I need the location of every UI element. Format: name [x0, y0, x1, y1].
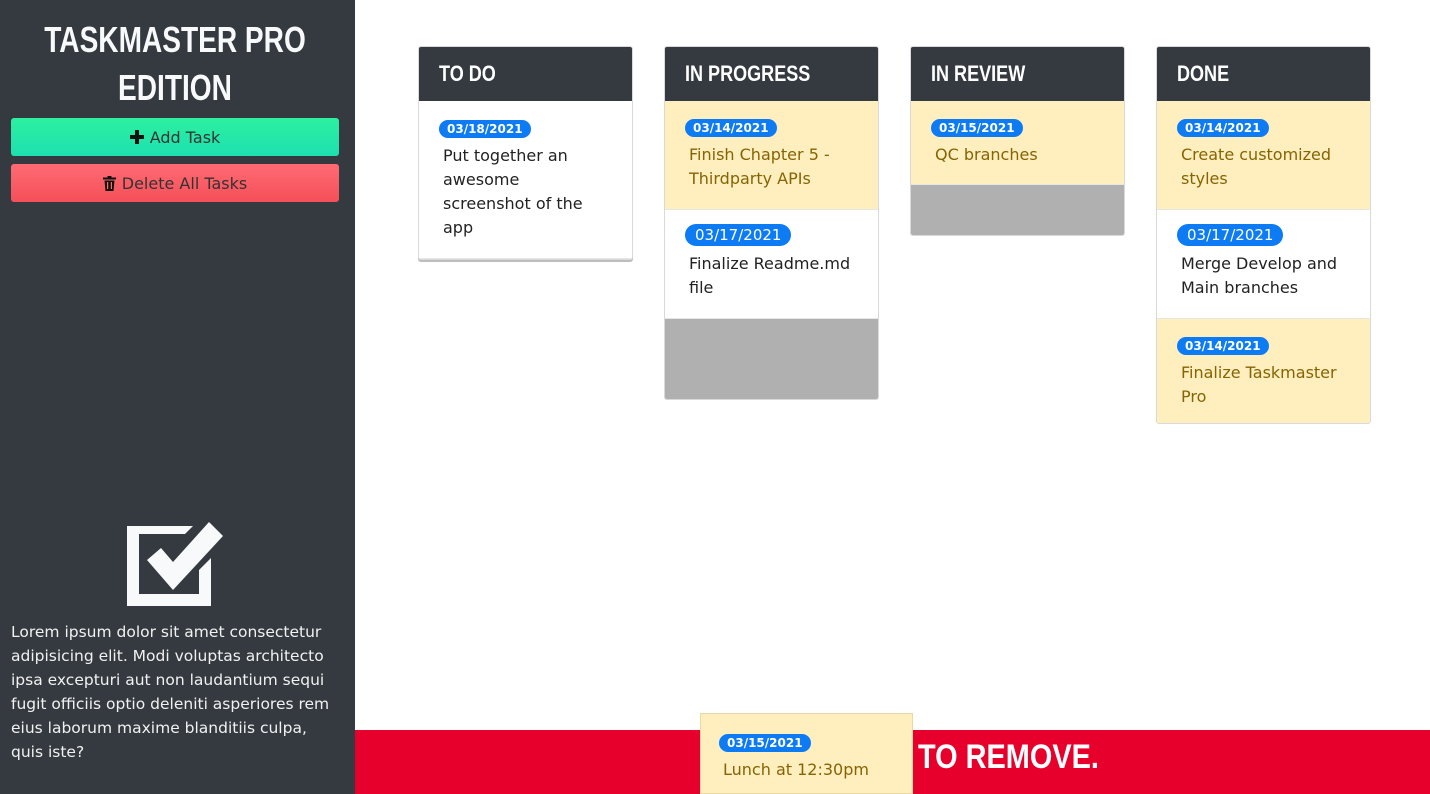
task-text: Put together an awesome screenshot of th… [443, 146, 583, 237]
app-description: Lorem ipsum dolor sit amet consectetur a… [11, 623, 330, 761]
column-header: Done [1157, 47, 1370, 101]
task-text: Finish Chapter 5 - Thirdparty APIs [689, 145, 830, 188]
task-date-badge: 03/14/2021 [1177, 337, 1269, 355]
column-title: To Do [439, 61, 496, 86]
column-title: In Review [931, 61, 1026, 86]
dragged-task-card[interactable]: 03/15/2021 Lunch at 12:30pm [700, 713, 913, 794]
task-text: Create customized styles [1181, 145, 1332, 188]
checkbox-checked-icon [127, 522, 223, 606]
task-card[interactable]: 03/15/2021 QC branches [911, 101, 1124, 185]
task-date-badge: 03/14/2021 [685, 119, 777, 137]
column-header: In Progress [665, 47, 878, 101]
column-todo: To Do 03/18/2021 Put together an awesome… [418, 46, 633, 260]
column-header: To Do [419, 47, 632, 101]
task-text: Lunch at 12:30pm [723, 760, 869, 779]
column-title: Done [1177, 61, 1230, 86]
plus-icon [129, 130, 144, 144]
task-date-badge: 03/14/2021 [1177, 119, 1269, 137]
task-date-badge: 03/18/2021 [439, 120, 531, 138]
task-card[interactable]: 03/14/2021 Finalize Taskmaster Pro [1157, 319, 1370, 423]
app-title: Taskmaster Pro Edition [44, 19, 306, 108]
column-in-review: In Review 03/15/2021 QC branches [910, 46, 1125, 236]
task-text: QC branches [935, 145, 1038, 164]
task-card[interactable]: 03/17/2021 Finalize Readme.md file [665, 210, 878, 319]
trash-drop-label: to remove. [918, 738, 1099, 776]
task-text: Merge Develop and Main branches [1181, 254, 1338, 297]
column-header: In Review [911, 47, 1124, 101]
task-card[interactable]: 03/17/2021 Merge Develop and Main branch… [1157, 210, 1370, 319]
add-task-button[interactable]: Add Task [11, 118, 339, 156]
task-date-badge: 03/15/2021 [931, 119, 1023, 137]
drop-placeholder[interactable] [911, 185, 1124, 235]
task-card[interactable]: 03/14/2021 Create customized styles [1157, 101, 1370, 210]
task-card[interactable]: 03/14/2021 Finish Chapter 5 - Thirdparty… [665, 101, 878, 210]
column-done: Done 03/14/2021 Create customized styles… [1156, 46, 1371, 424]
add-task-label: Add Task [149, 127, 221, 147]
task-date-badge: 03/17/2021 [685, 224, 792, 246]
delete-all-tasks-label: Delete All Tasks [121, 173, 248, 193]
drop-placeholder[interactable] [665, 319, 878, 399]
task-date-badge: 03/15/2021 [719, 734, 811, 752]
task-card[interactable]: 03/18/2021 Put together an awesome scree… [419, 101, 632, 259]
task-text: Finalize Taskmaster Pro [1181, 363, 1337, 406]
task-date-badge: 03/17/2021 [1177, 224, 1284, 246]
column-in-progress: In Progress 03/14/2021 Finish Chapter 5 … [664, 46, 879, 400]
task-text: Finalize Readme.md file [689, 254, 851, 297]
delete-all-tasks-button[interactable]: Delete All Tasks [11, 164, 339, 202]
column-title: In Progress [685, 61, 811, 86]
trash-icon [102, 175, 116, 191]
sidebar: Taskmaster Pro Edition Add Task Delete A… [0, 0, 355, 794]
